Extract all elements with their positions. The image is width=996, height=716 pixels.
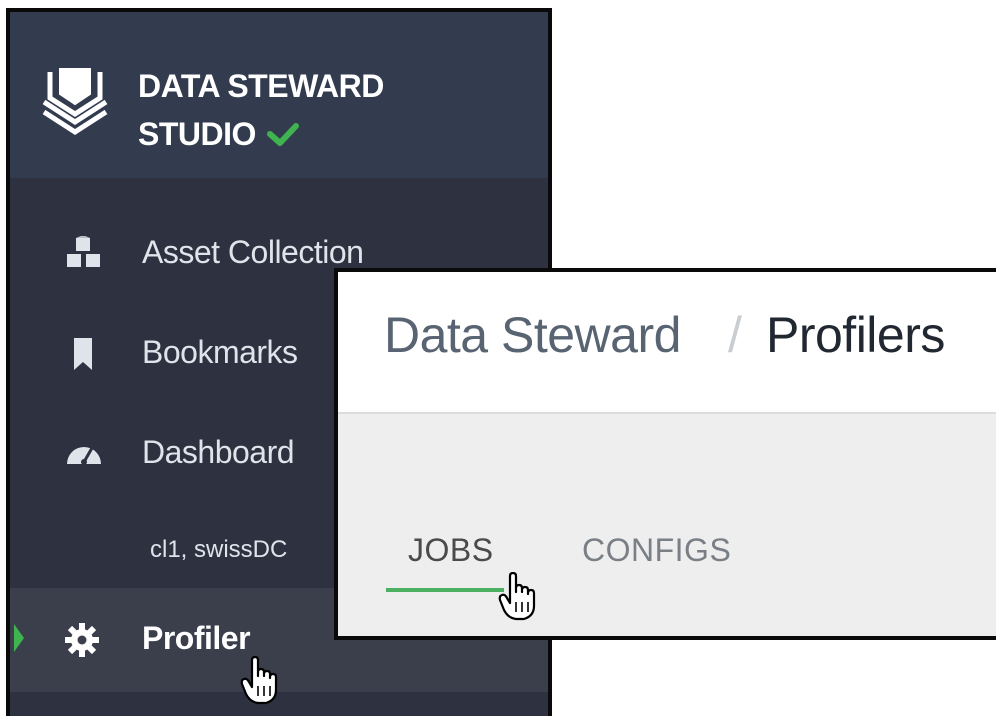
tab-bar: JOBS CONFIGS bbox=[338, 414, 996, 636]
sidebar-subitem-cluster[interactable]: cl1, swissDC bbox=[150, 536, 287, 564]
sidebar-item-label: Profiler bbox=[142, 620, 251, 656]
tab-configs[interactable]: CONFIGS bbox=[582, 532, 731, 569]
breadcrumb-separator: / bbox=[728, 307, 742, 363]
profilers-panel: Data Steward / Profilers JOBS CONFIGS bbox=[334, 268, 996, 640]
breadcrumb-root[interactable]: Data Steward bbox=[384, 306, 681, 364]
brand-title-line2: STUDIO bbox=[138, 116, 300, 153]
brand-header[interactable]: DATA STEWARD STUDIO bbox=[10, 12, 548, 178]
gear-icon bbox=[65, 623, 99, 657]
check-icon bbox=[266, 123, 299, 146]
brand-title-line1: DATA STEWARD bbox=[138, 68, 384, 104]
bookmark-icon bbox=[74, 338, 92, 370]
hand-pointer-icon bbox=[498, 572, 536, 621]
active-tab-indicator bbox=[386, 588, 504, 592]
sidebar-item-label: Bookmarks bbox=[142, 334, 298, 370]
sidebar-item-label: Dashboard bbox=[142, 434, 295, 470]
sidebar-item-label: Asset Collection bbox=[142, 234, 364, 270]
brand-title-line2-text: STUDIO bbox=[138, 116, 256, 152]
tab-jobs[interactable]: JOBS bbox=[408, 532, 494, 569]
panel-header: Data Steward / Profilers bbox=[338, 272, 996, 414]
dashboard-icon bbox=[67, 446, 101, 465]
hand-pointer-icon bbox=[240, 656, 278, 705]
page-title: Profilers bbox=[766, 307, 945, 363]
cubes-icon bbox=[67, 236, 100, 267]
active-indicator bbox=[14, 624, 24, 652]
shield-stack-icon bbox=[42, 68, 108, 135]
